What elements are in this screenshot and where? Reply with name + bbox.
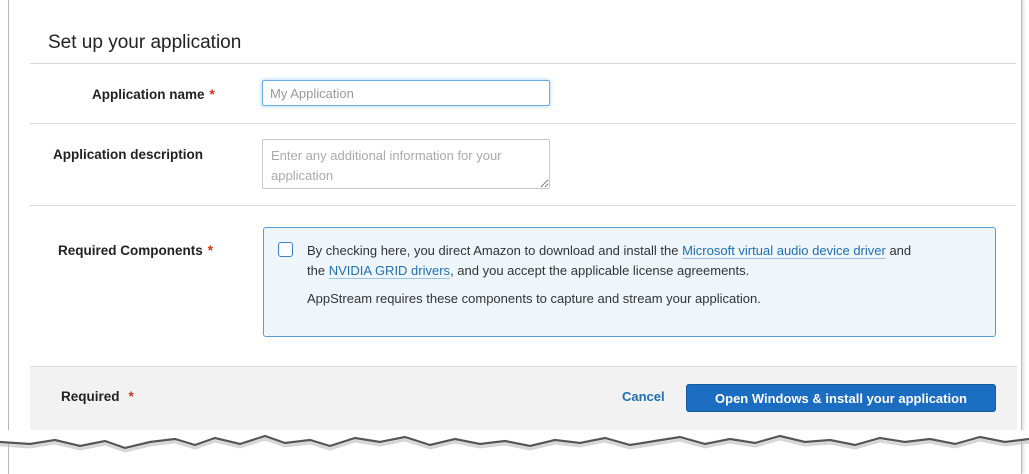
app-description-label: Application description bbox=[53, 147, 204, 162]
app-description-textarea[interactable] bbox=[262, 139, 550, 189]
required-asterisk: * bbox=[128, 389, 134, 404]
required-components-label: Required Components bbox=[58, 243, 203, 258]
form-footer: Required * Cancel Open Windows & install … bbox=[30, 366, 1017, 431]
row-divider bbox=[30, 123, 1016, 124]
required-components-label-row: Required Components * bbox=[58, 243, 213, 258]
nvidia-grid-drivers-link[interactable]: NVIDIA GRID drivers bbox=[328, 263, 451, 279]
app-name-label: Application name bbox=[92, 87, 205, 102]
row-divider bbox=[30, 205, 1016, 206]
required-asterisk: * bbox=[207, 243, 214, 258]
required-components-box: By checking here, you direct Amazon to d… bbox=[263, 227, 996, 337]
required-asterisk: * bbox=[209, 87, 215, 102]
components-agree-checkbox[interactable] bbox=[278, 242, 293, 257]
title-divider bbox=[30, 63, 1016, 64]
open-windows-install-button[interactable]: Open Windows & install your application bbox=[686, 384, 996, 412]
components-agreement-text: By checking here, you direct Amazon to d… bbox=[307, 243, 912, 279]
app-name-input[interactable] bbox=[262, 80, 550, 106]
required-legend: Required * bbox=[61, 389, 134, 404]
torn-edge-graphic bbox=[0, 430, 1029, 453]
app-name-label-row: Application name * bbox=[92, 87, 215, 102]
cancel-button[interactable]: Cancel bbox=[622, 389, 665, 404]
page-title: Set up your application bbox=[48, 32, 242, 53]
microsoft-audio-driver-link[interactable]: Microsoft virtual audio device driver bbox=[682, 243, 886, 259]
components-note: AppStream requires these components to c… bbox=[307, 291, 761, 306]
